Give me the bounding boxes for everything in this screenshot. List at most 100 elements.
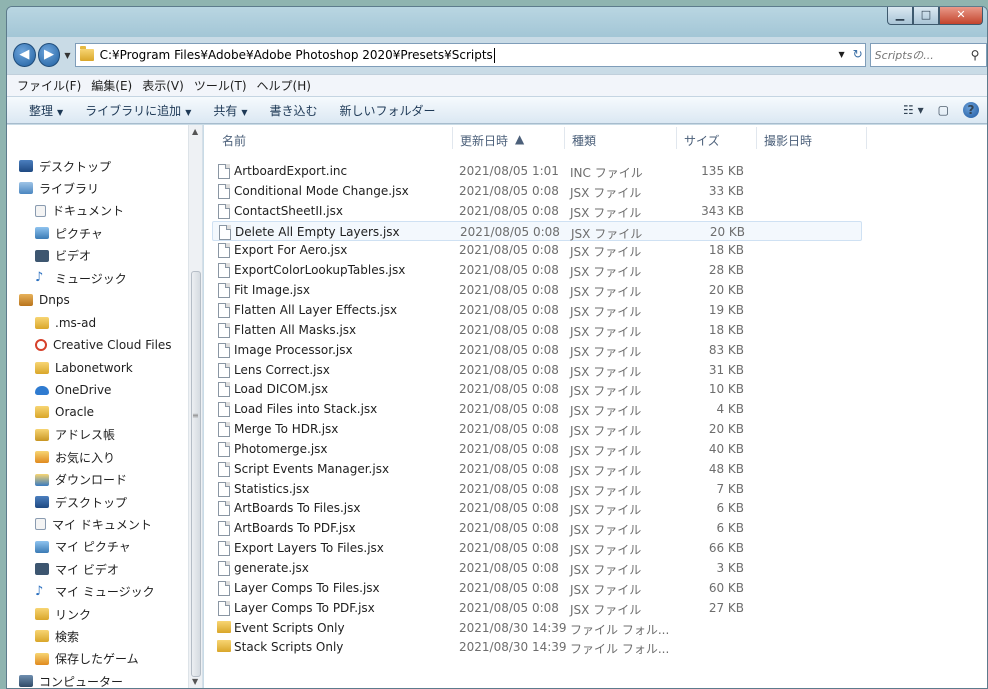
add-to-library-button[interactable]: ライブラリに追加 ▼ [85,102,191,119]
nav-item[interactable]: コンピューター [19,671,123,688]
nav-item[interactable]: ライブラリ [19,178,99,198]
search-box[interactable]: ⚲ [869,43,987,67]
nav-item[interactable]: デスクトップ [19,156,111,176]
file-row[interactable]: Photomerge.jsx 2021/08/05 0:08 JSX ファイル 40 … [212,439,862,459]
nav-item[interactable]: ピクチャ [35,223,103,243]
minimize-button[interactable]: ▁ [887,7,913,25]
nav-item[interactable]: 保存したゲーム [35,649,139,669]
file-row[interactable]: Fit Image.jsx 2021/08/05 0:08 JSX ファイル 20 K… [212,280,862,300]
file-row[interactable]: Export For Aero.jsx 2021/08/05 0:08 JSX ファ… [212,240,862,260]
file-row[interactable]: Merge To HDR.jsx 2021/08/05 0:08 JSX ファイル 2… [212,419,862,439]
recent-pages-dropdown[interactable]: ▼ [64,51,70,60]
column-divider[interactable] [866,127,867,149]
refresh-icon[interactable]: ↻ [853,47,863,61]
title-bar[interactable]: ▁ □ ✕ [7,7,987,37]
nav-item[interactable]: Creative Cloud Files [35,335,172,355]
file-row[interactable]: Statistics.jsx 2021/08/05 0:08 JSX ファイル 7 K… [212,479,862,499]
file-row[interactable]: Flatten All Masks.jsx 2021/08/05 0:08 JSX … [212,320,862,340]
nav-item[interactable]: ビデオ [35,246,91,266]
file-row[interactable]: Flatten All Layer Effects.jsx 2021/08/05 … [212,300,862,320]
file-name: Export For Aero.jsx [234,243,348,258]
file-row[interactable]: Conditional Mode Change.jsx 2021/08/05 0:… [212,181,862,201]
column-divider[interactable] [676,127,677,149]
file-row[interactable]: Layer Comps To Files.jsx 2021/08/05 0:08 J… [212,578,862,598]
file-row[interactable]: Export Layers To Files.jsx 2021/08/05 0:0… [212,538,862,558]
nav-item[interactable]: ドキュメント [35,201,124,221]
file-size: 18 KB [708,243,744,258]
nav-item[interactable]: ♪ マイ ミュージック [35,582,155,602]
file-icon [218,501,230,517]
file-row[interactable]: Delete All Empty Layers.jsx 2021/08/05 0:… [212,220,862,241]
column-name[interactable]: 名前 [222,132,246,149]
column-date[interactable]: 更新日時 [460,132,508,149]
nav-item[interactable]: ダウンロード [35,470,127,490]
search-input[interactable] [874,48,971,62]
column-divider[interactable] [564,127,565,149]
file-date: 2021/08/05 0:08 [459,580,559,595]
column-size[interactable]: サイズ [684,132,720,149]
address-path[interactable]: C:¥Program Files¥Adobe¥Adobe Photoshop 2… [100,48,493,62]
nav-item[interactable]: リンク [35,604,91,624]
menu-view[interactable]: 表示(V) [142,77,184,94]
nav-scrollbar[interactable]: ▲ ≡ ▼ [188,125,202,688]
new-folder-button[interactable]: 新しいフォルダー [340,102,436,119]
address-dropdown-icon[interactable]: ▼ [839,50,845,59]
address-bar[interactable]: C:¥Program Files¥Adobe¥Adobe Photoshop 2… [74,43,866,67]
folder-row[interactable]: Stack Scripts Only 2021/08/30 14:39 ファイル フ… [212,637,862,657]
column-type[interactable]: 種類 [572,132,596,149]
file-icon [218,263,230,279]
view-options-icon[interactable]: ☷ ▾ [903,103,924,117]
nav-item[interactable]: マイ ドキュメント [35,514,152,534]
close-button[interactable]: ✕ [939,7,983,25]
column-date-taken[interactable]: 撮影日時 [764,132,812,149]
search-icon[interactable]: ⚲ [971,48,980,62]
share-button[interactable]: 共有 ▼ [213,102,247,119]
nav-item[interactable]: お気に入り [35,447,115,467]
nav-item[interactable]: OneDrive [35,380,111,400]
file-row[interactable]: ArtboardExport.inc 2021/08/05 1:01 INC ファイ… [212,161,862,181]
file-row[interactable]: ArtBoards To PDF.jsx 2021/08/05 0:08 JSX フ… [212,518,862,538]
file-date: 2021/08/05 0:08 [459,183,559,198]
nav-item[interactable]: マイ ビデオ [35,559,119,579]
organize-button[interactable]: 整理 ▼ [29,102,63,119]
file-size: 20 KB [709,224,745,239]
file-size: 135 KB [701,164,744,178]
column-divider[interactable] [452,127,453,149]
help-icon[interactable]: ? [963,102,979,118]
maximize-button[interactable]: □ [913,7,939,25]
forward-button[interactable]: ▶ [37,43,61,67]
file-row[interactable]: Layer Comps To PDF.jsx 2021/08/05 0:08 JSX… [212,598,862,618]
menu-file[interactable]: ファイル(F) [17,77,81,94]
nav-item[interactable]: デスクトップ [35,492,127,512]
burn-button[interactable]: 書き込む [270,102,318,119]
nav-item[interactable]: ♪ ミュージック [35,268,127,288]
file-row[interactable]: generate.jsx 2021/08/05 0:08 JSX ファイル 3 KB [212,558,862,578]
folder-row[interactable]: Event Scripts Only 2021/08/30 14:39 ファイル フ… [212,618,862,638]
file-row[interactable]: Load DICOM.jsx 2021/08/05 0:08 JSX ファイル 10 … [212,379,862,399]
nav-item[interactable]: マイ ピクチャ [35,537,131,557]
documents-icon [35,204,46,217]
menu-help[interactable]: ヘルプ(H) [257,77,311,94]
nav-item[interactable]: アドレス帳 [35,425,115,445]
scroll-thumb[interactable] [191,271,201,677]
file-row[interactable]: Script Events Manager.jsx 2021/08/05 0:08… [212,459,862,479]
menu-tools[interactable]: ツール(T) [194,77,247,94]
file-row[interactable]: ExportColorLookupTables.jsx 2021/08/05 0:… [212,260,862,280]
file-row[interactable]: ContactSheetII.jsx 2021/08/05 0:08 JSX ファイ… [212,201,862,221]
column-divider[interactable] [756,127,757,149]
nav-item[interactable]: .ms-ad [35,313,96,333]
nav-item[interactable]: Oracle [35,402,94,422]
file-row[interactable]: ArtBoards To Files.jsx 2021/08/05 0:08 JSX… [212,498,862,518]
file-row[interactable]: Image Processor.jsx 2021/08/05 0:08 JSX ファ… [212,340,862,360]
nav-item[interactable]: Dnps [19,290,70,310]
file-row[interactable]: Lens Correct.jsx 2021/08/05 0:08 JSX ファイル 3… [212,360,862,380]
back-button[interactable]: ◀ [13,43,36,67]
scroll-up-icon[interactable]: ▲ [192,127,198,136]
menu-edit[interactable]: 編集(E) [91,77,132,94]
scroll-down-icon[interactable]: ▼ [192,677,198,686]
file-row[interactable]: Load Files into Stack.jsx 2021/08/05 0:08… [212,399,862,419]
preview-pane-icon[interactable]: ▢ [938,103,949,117]
nav-item[interactable]: Labonetwork [35,358,133,378]
nav-item[interactable]: 検索 [35,626,79,646]
file-name: Photomerge.jsx [234,441,328,456]
